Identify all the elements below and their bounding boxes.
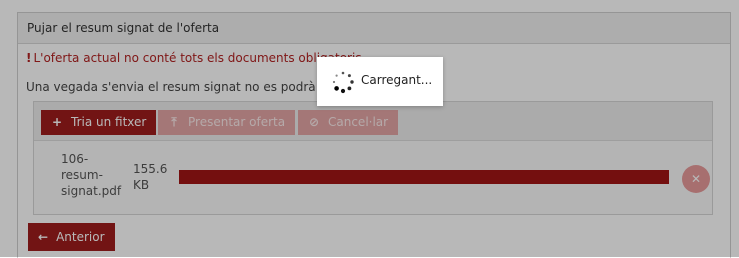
page: Pujar el resum signat de l'oferta ! L'ofe…	[0, 0, 739, 258]
loading-overlay	[0, 0, 739, 257]
loading-dialog: Carregant...	[317, 57, 443, 106]
loading-text: Carregant...	[361, 73, 433, 87]
spinner-icon	[332, 71, 354, 94]
